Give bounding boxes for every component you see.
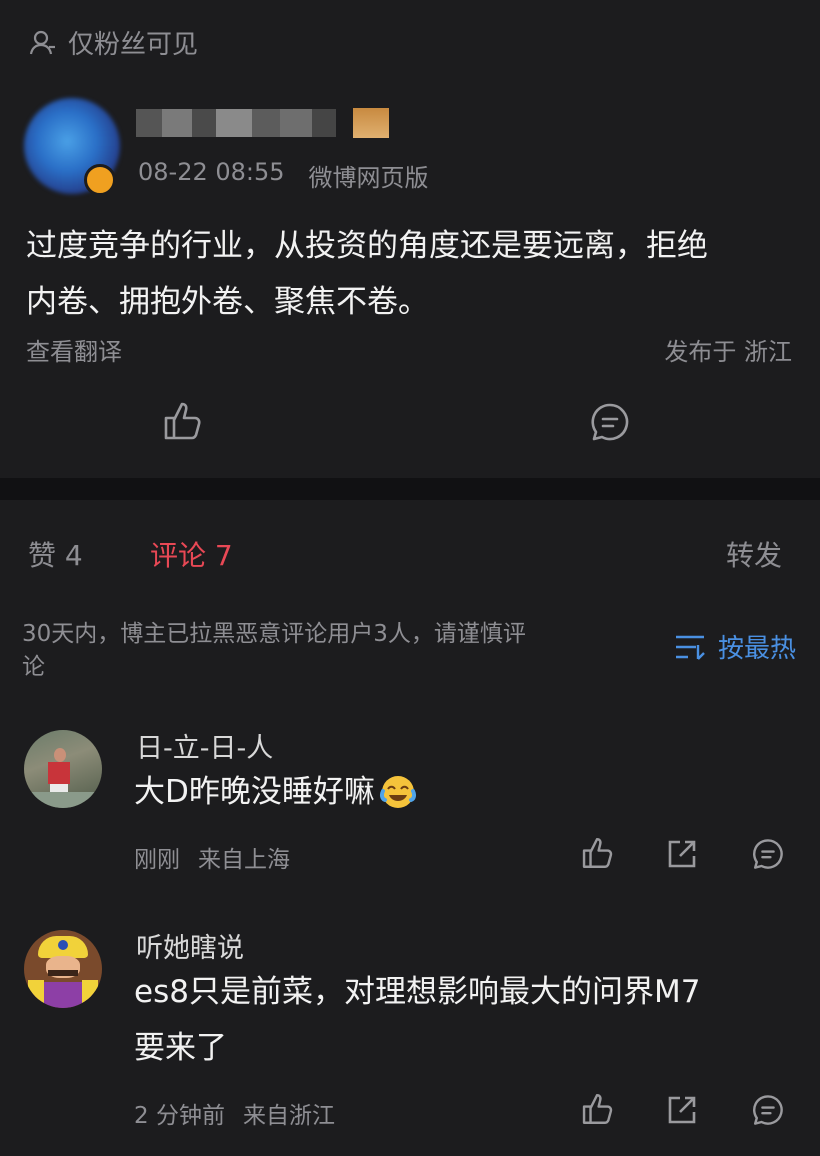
author-name-blurred[interactable] xyxy=(136,108,390,138)
comment-author[interactable]: 日-立-日-人 xyxy=(136,726,273,765)
tab-likes[interactable]: 赞 4 xyxy=(28,534,83,574)
comment-text-line: es8只是前菜，对理想影响最大的问界M7 xyxy=(134,974,701,1010)
sort-label: 按最热 xyxy=(717,634,796,664)
comment-time: 刚刚 xyxy=(134,847,180,873)
comment-item: 日-立-日-人 大D昨晚没睡好嘛 刚刚 来自上海 xyxy=(0,720,820,910)
avatar[interactable] xyxy=(24,730,102,808)
comment-item: 听她瞎说 es8只是前菜，对理想影响最大的问界M7 要来了 2 分钟前 来自浙江 xyxy=(0,920,820,1156)
post-text-line: 内卷、拥抱外卷、聚焦不卷。 xyxy=(26,284,429,320)
comment-text: 大D昨晚没睡好嘛 xyxy=(134,764,417,820)
post-meta: 08-22 08:55 微博网页版 xyxy=(138,158,429,193)
like-icon[interactable] xyxy=(162,400,202,442)
comment-meta: 2 分钟前 来自浙江 xyxy=(134,1096,335,1130)
like-icon[interactable] xyxy=(580,836,614,870)
share-icon[interactable] xyxy=(666,1094,698,1126)
post-time: 08-22 08:55 xyxy=(138,158,285,186)
share-icon[interactable] xyxy=(666,838,698,870)
visibility-label: 仅粉丝可见 xyxy=(68,30,199,60)
post-text: 过度竞争的行业，从投资的角度还是要远离，拒绝 内卷、拥抱外卷、聚焦不卷。 xyxy=(26,218,806,330)
comment-icon[interactable] xyxy=(590,402,630,442)
comment-location: 来自上海 xyxy=(198,847,290,873)
comment-location: 来自浙江 xyxy=(242,1103,335,1129)
sort-button[interactable]: 按最热 xyxy=(674,628,796,665)
verified-badge xyxy=(84,164,116,196)
visibility-row: 仅粉丝可见 xyxy=(28,24,198,61)
person-icon xyxy=(28,28,58,58)
post-location: 发布于 浙江 xyxy=(664,338,792,366)
block-notice: 30天内，博主已拉黑恶意评论用户3人，请谨慎评 论 xyxy=(22,618,622,684)
translate-link[interactable]: 查看翻译 xyxy=(26,332,122,367)
comment-text: es8只是前菜，对理想影响最大的问界M7 要来了 xyxy=(134,964,784,1076)
sort-icon xyxy=(674,633,708,661)
comments-section: 赞 4 评论 7 转发 30天内，博主已拉黑恶意评论用户3人，请谨慎评 论 按最… xyxy=(0,500,820,1156)
tab-comments[interactable]: 评论 7 xyxy=(150,534,233,574)
post-source: 微博网页版 xyxy=(308,164,429,192)
comment-author[interactable]: 听她瞎说 xyxy=(136,926,244,965)
laugh-cry-emoji xyxy=(379,773,417,811)
block-notice-line: 论 xyxy=(22,654,45,680)
tab-repost[interactable]: 转发 xyxy=(726,534,782,574)
comment-text-content: 大D昨晚没睡好嘛 xyxy=(134,774,375,810)
post-card: 仅粉丝可见 08-22 08:55 微博网页版 过度竞争的行业，从投资的角度还是… xyxy=(0,0,820,478)
post-text-line: 过度竞争的行业，从投资的角度还是要远离，拒绝 xyxy=(26,228,708,264)
reply-icon[interactable] xyxy=(752,838,784,870)
block-notice-line: 30天内，博主已拉黑恶意评论用户3人，请谨慎评 xyxy=(22,621,526,647)
comment-text-line: 要来了 xyxy=(134,1030,227,1066)
like-icon[interactable] xyxy=(580,1092,614,1126)
reply-icon[interactable] xyxy=(752,1094,784,1126)
comment-time: 2 分钟前 xyxy=(134,1103,225,1129)
vip-badge-icon xyxy=(353,108,390,138)
section-divider xyxy=(0,478,820,500)
comment-meta: 刚刚 来自上海 xyxy=(134,840,290,874)
avatar[interactable] xyxy=(24,930,102,1008)
